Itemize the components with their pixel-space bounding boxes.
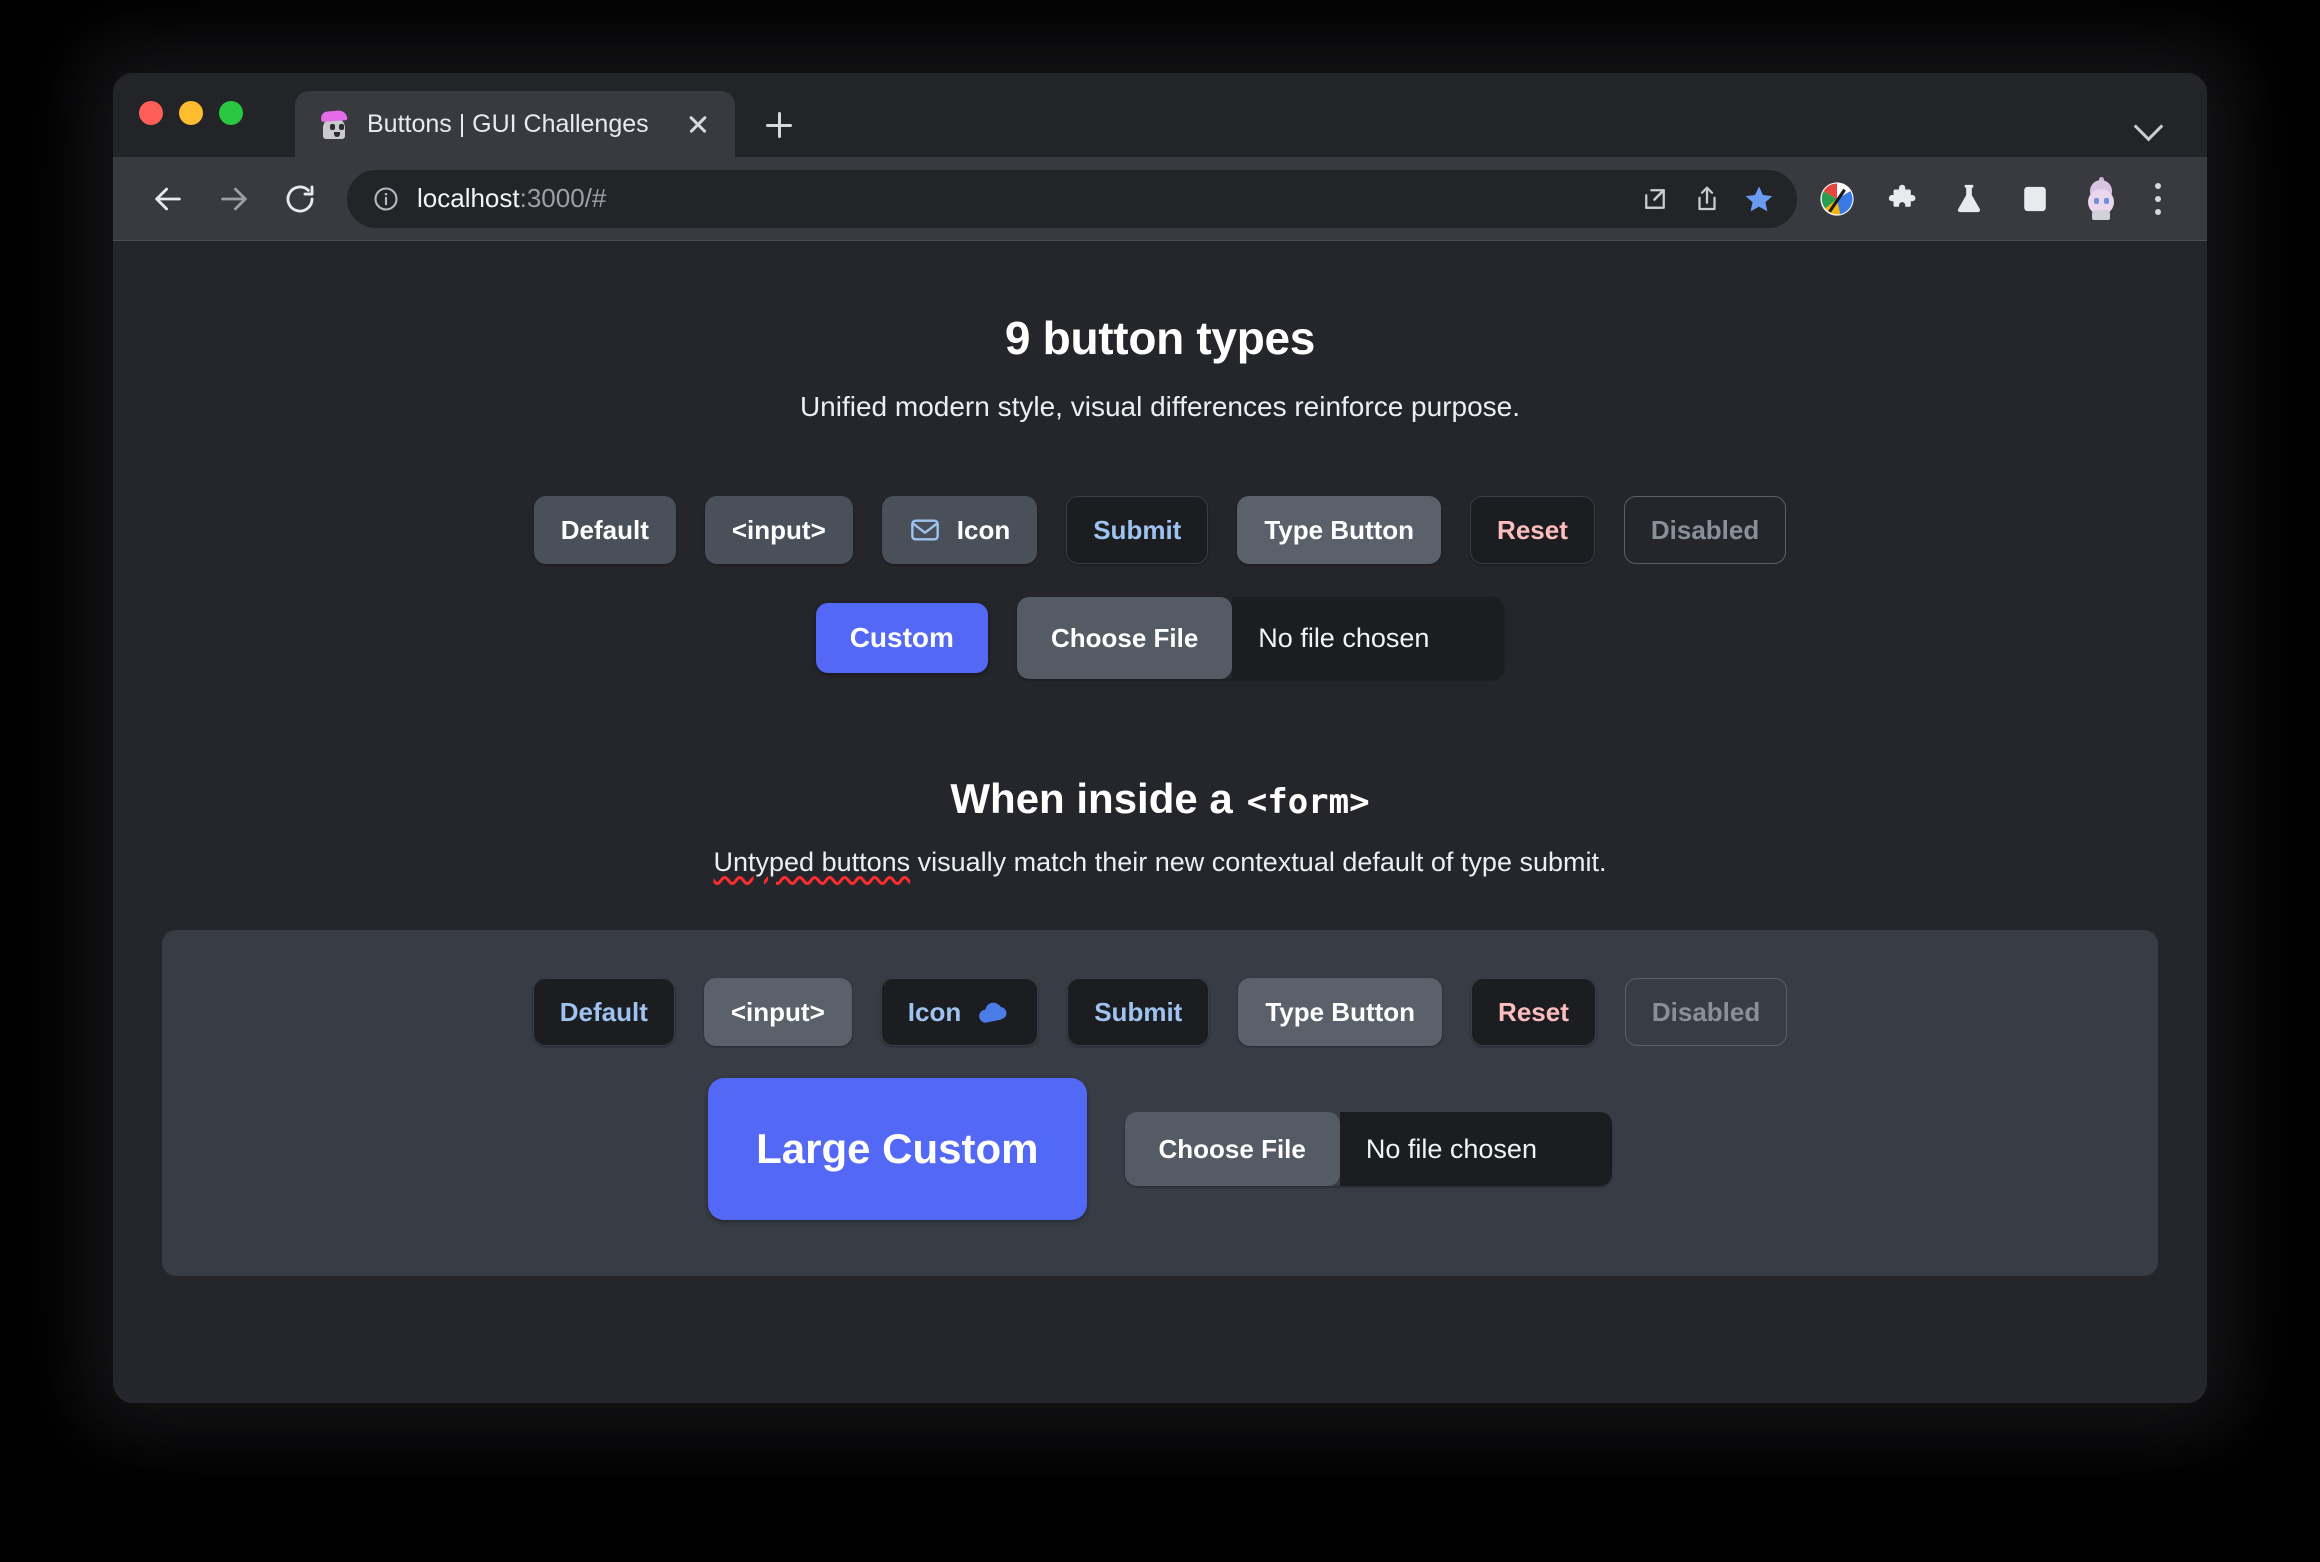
tab-strip: Buttons | GUI Challenges	[113, 73, 2207, 157]
new-tab-button[interactable]	[753, 99, 805, 151]
file-status-label: No file chosen	[1232, 597, 1505, 679]
form-default-button[interactable]: Default	[532, 978, 675, 1046]
browser-tab-title: Buttons | GUI Challenges	[367, 109, 649, 138]
form-icon-button[interactable]: Icon	[880, 978, 1039, 1046]
choose-file-button[interactable]: Choose File	[1016, 597, 1233, 679]
browser-window: Buttons | GUI Challenges localhost:3000/…	[113, 73, 2207, 1403]
chevron-down-icon[interactable]	[2131, 107, 2165, 141]
cloud-icon	[977, 995, 1011, 1029]
spellcheck-text: Untyped buttons	[713, 847, 911, 877]
submit-button[interactable]: Submit	[1066, 496, 1209, 564]
window-traffic-lights	[139, 73, 243, 157]
button-row-primary: Default <input> Icon Submit Type Button …	[533, 496, 1787, 564]
back-icon[interactable]	[139, 170, 197, 228]
browser-toolbar: localhost:3000/#	[113, 157, 2207, 241]
reset-button[interactable]: Reset	[1470, 496, 1595, 564]
maximize-window-button[interactable]	[219, 101, 243, 125]
form-button-row-custom-file: Large Custom Choose File No file chosen	[708, 1078, 1612, 1220]
default-button[interactable]: Default	[533, 496, 676, 564]
form-section-subtitle: Untyped buttons visually match their new…	[714, 847, 1607, 878]
form-section-title-text: When inside a	[950, 775, 1233, 822]
address-bar[interactable]: localhost:3000/#	[347, 169, 1797, 228]
form-section-subtitle-rest: visually match their new contextual defa…	[910, 847, 1607, 877]
form-section-title-mono: <form>	[1246, 782, 1370, 822]
minimize-window-button[interactable]	[179, 101, 203, 125]
info-circle-icon[interactable]	[369, 182, 403, 216]
form-button-row-primary: Default <input> Icon Submit Type Button …	[532, 978, 1788, 1046]
ghost-favicon	[317, 107, 351, 141]
close-tab-icon[interactable]	[681, 107, 715, 141]
page-content: 9 button types Unified modern style, vis…	[113, 241, 2207, 1403]
close-window-button[interactable]	[139, 101, 163, 125]
address-bar-url: localhost:3000/#	[417, 183, 1629, 214]
form-disabled-button: Disabled	[1624, 978, 1788, 1046]
form-container: Default <input> Icon Submit Type Button …	[162, 930, 2158, 1276]
custom-button[interactable]: Custom	[815, 603, 988, 673]
url-path: :3000/#	[519, 183, 607, 213]
form-input-button[interactable]: <input>	[703, 978, 852, 1046]
reload-icon[interactable]	[271, 170, 329, 228]
page-subtitle: Unified modern style, visual differences…	[799, 391, 1521, 422]
form-icon-button-label: Icon	[907, 996, 962, 1027]
puzzle-extensions-icon[interactable]	[1877, 173, 1929, 225]
form-file-input[interactable]: Choose File No file chosen	[1124, 1112, 1612, 1186]
form-reset-button[interactable]: Reset	[1471, 978, 1596, 1046]
share-icon[interactable]	[1681, 173, 1733, 225]
mail-envelope-icon	[909, 514, 941, 546]
form-choose-file-button[interactable]: Choose File	[1124, 1112, 1340, 1186]
profile-avatar-icon[interactable]	[2079, 176, 2123, 221]
three-dot-menu-icon[interactable]	[2135, 173, 2181, 225]
icon-button[interactable]: Icon	[881, 496, 1038, 564]
type-button[interactable]: Type Button	[1237, 496, 1442, 564]
open-in-new-icon[interactable]	[1629, 173, 1681, 225]
input-button[interactable]: <input>	[704, 496, 853, 564]
flask-labs-icon[interactable]	[1943, 173, 1995, 225]
forward-icon[interactable]	[205, 170, 263, 228]
page-title: 9 button types	[1004, 312, 1316, 364]
form-submit-button[interactable]: Submit	[1067, 978, 1210, 1046]
url-host: localhost	[417, 183, 520, 213]
browser-tab[interactable]: Buttons | GUI Challenges	[295, 91, 735, 157]
side-panel-icon[interactable]	[2009, 173, 2061, 225]
bookmark-star-icon[interactable]	[1733, 173, 1785, 225]
button-row-custom-file: Custom Choose File No file chosen	[815, 597, 1505, 679]
file-input[interactable]: Choose File No file chosen	[1016, 597, 1505, 679]
icon-button-label: Icon	[956, 514, 1011, 545]
form-file-status-label: No file chosen	[1339, 1112, 1612, 1186]
large-custom-button[interactable]: Large Custom	[708, 1078, 1087, 1220]
color-palette-extension-icon[interactable]	[1811, 173, 1863, 225]
form-type-button[interactable]: Type Button	[1238, 978, 1443, 1046]
form-section-title: When inside a <form>	[950, 775, 1369, 823]
disabled-button: Disabled	[1623, 496, 1787, 564]
